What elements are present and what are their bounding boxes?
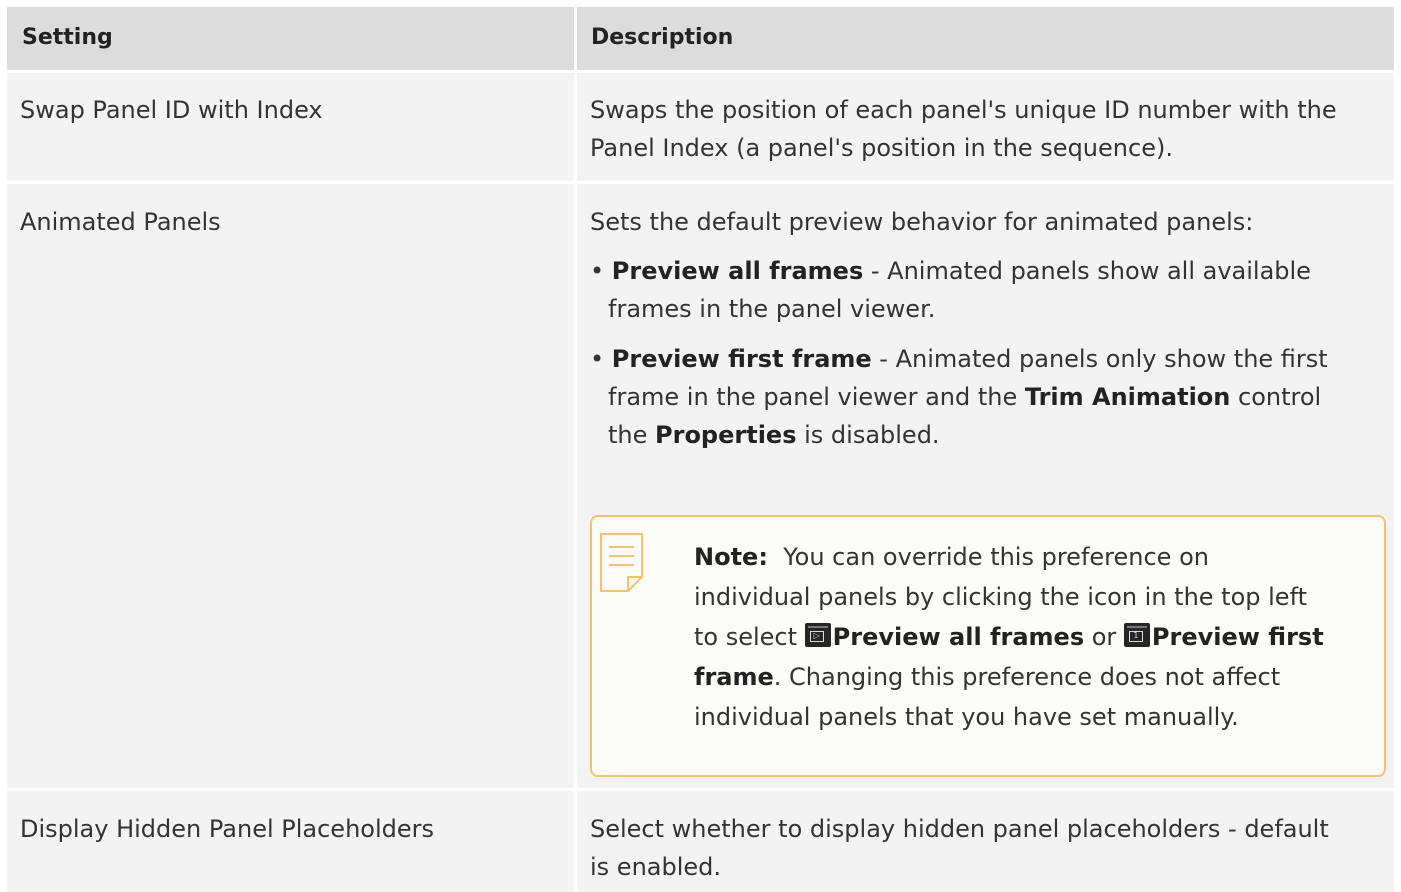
setting-name: Swap Panel ID with Index xyxy=(20,96,323,124)
setting-name: Display Hidden Panel Placeholders xyxy=(20,815,434,843)
preview-all-frames-option: Preview all frames xyxy=(832,623,1085,651)
header-setting-label: Setting xyxy=(22,25,113,50)
description-line: is enabled. xyxy=(590,853,722,881)
bullet-text-part: frame in the panel viewer and the xyxy=(608,383,1025,411)
preview-first-frame-icon: 1 xyxy=(1123,623,1150,647)
bullet-text: the Properties is disabled. xyxy=(608,416,940,454)
row-description-cell: Select whether to display hidden panel p… xyxy=(577,791,1394,892)
bullet-term: Preview first frame xyxy=(611,345,872,373)
note-line: to select xyxy=(694,623,805,651)
bullet-item: • Preview first frame - Animated panels … xyxy=(590,340,1328,378)
bullet-text-part: is disabled. xyxy=(796,421,940,449)
bullet-dot: • xyxy=(590,345,605,373)
row-description-cell: Swaps the position of each panel's uniqu… xyxy=(577,73,1394,181)
row-setting-cell: Display Hidden Panel Placeholders xyxy=(7,791,574,892)
description-line: Swaps the position of each panel's uniqu… xyxy=(590,96,1337,124)
note-line: or xyxy=(1084,623,1124,651)
note-line: individual panels by clicking the icon i… xyxy=(694,583,1308,611)
note-line: individual panels that you have set manu… xyxy=(694,703,1239,731)
note-line: You can override this preference on xyxy=(783,543,1209,571)
bullet-text: frames in the panel viewer. xyxy=(608,295,936,323)
note-text: Note: You can override this preference o… xyxy=(694,537,1374,737)
setting-name: Animated Panels xyxy=(20,208,221,236)
bullet-text-part: the xyxy=(608,421,656,449)
bullet-bold-term: Properties xyxy=(655,421,797,449)
header-description-cell: Description xyxy=(577,7,1394,70)
note-callout: Note: You can override this preference o… xyxy=(590,515,1386,777)
description-line: Panel Index (a panel's position in the s… xyxy=(590,134,1173,162)
bullet-text: - Animated panels only show the first xyxy=(871,345,1328,373)
bullet-text-part: control xyxy=(1230,383,1322,411)
header-setting-cell: Setting xyxy=(7,7,574,70)
bullet-dot: • xyxy=(590,257,605,285)
bullet-bold-term: Trim Animation xyxy=(1024,383,1231,411)
header-description-label: Description xyxy=(591,25,734,50)
bullet-text: frame in the panel viewer and the Trim A… xyxy=(608,378,1321,416)
description-intro: Sets the default preview behavior for an… xyxy=(590,208,1254,236)
preview-all-frames-icon: ▷ xyxy=(804,623,831,647)
bullet-item: • Preview all frames - Animated panels s… xyxy=(590,252,1311,290)
bullet-term: Preview all frames xyxy=(611,257,864,285)
note-icon xyxy=(598,531,648,599)
preview-first-frame-option: Preview first xyxy=(1151,623,1324,651)
description-line: Select whether to display hidden panel p… xyxy=(590,815,1329,843)
note-label: Note: xyxy=(694,543,768,571)
preview-first-frame-option: frame xyxy=(694,663,774,691)
row-setting-cell: Animated Panels xyxy=(7,184,574,788)
bullet-text: - Animated panels show all available xyxy=(863,257,1311,285)
note-line: . Changing this preference does not affe… xyxy=(773,663,1281,691)
row-setting-cell: Swap Panel ID with Index xyxy=(7,73,574,181)
